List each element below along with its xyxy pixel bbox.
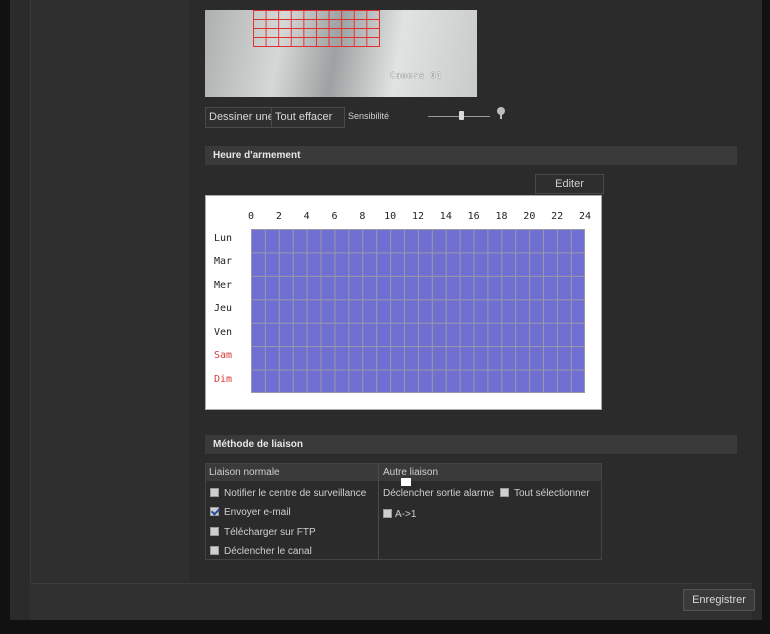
alarm-channel-label: A->1 — [395, 509, 417, 520]
hour-label: 6 — [331, 211, 338, 222]
left-nav-panel — [30, 0, 200, 582]
alarm-channel-option[interactable]: A->1 — [383, 509, 416, 520]
window-frame-left — [0, 0, 10, 634]
normal-linkage-title: Liaison normale — [209, 467, 280, 478]
arming-time-header: Heure d'armement — [205, 146, 737, 165]
hour-label: 12 — [411, 211, 425, 222]
schedule-grid[interactable] — [251, 229, 585, 393]
hour-label: 10 — [384, 211, 397, 222]
footer-bar — [30, 583, 752, 621]
day-label: Ven — [214, 326, 233, 338]
column-divider — [378, 464, 379, 559]
hour-label: 4 — [303, 211, 310, 222]
select-all-label[interactable]: Tout sélectionner — [514, 488, 590, 499]
select-all-checkbox[interactable] — [499, 488, 509, 497]
ftp-upload-checkbox[interactable] — [210, 527, 219, 536]
send-email-option[interactable]: Envoyer e-mail — [210, 507, 291, 518]
hour-label: 24 — [578, 211, 592, 222]
other-linkage-title: Autre liaison — [383, 467, 439, 478]
draw-zone-button[interactable]: Dessiner une zone — [205, 107, 278, 128]
motion-detection-grid[interactable] — [253, 10, 380, 47]
clear-all-button[interactable]: Tout effacer — [271, 107, 345, 128]
day-label: Lun — [214, 233, 233, 244]
hour-label: 20 — [523, 211, 536, 222]
edit-schedule-button[interactable]: Editer — [535, 174, 604, 194]
camera-osd-label: Camera 01 — [390, 71, 443, 80]
window-frame-right — [762, 0, 770, 634]
ftp-upload-option[interactable]: Télécharger sur FTP — [210, 527, 316, 538]
day-label: Mer — [214, 279, 233, 291]
save-button[interactable]: Enregistrer — [683, 589, 755, 611]
day-label: Mar — [214, 256, 233, 268]
hour-label: 2 — [275, 211, 282, 222]
linkage-method-header: Méthode de liaison — [205, 435, 737, 454]
send-email-checkbox[interactable] — [210, 507, 219, 516]
camera-preview[interactable]: Camera 01 — [205, 10, 477, 97]
trigger-channel-label: Déclencher le canal — [224, 546, 312, 557]
sensitivity-max-icon — [497, 107, 505, 119]
trigger-channel-option[interactable]: Déclencher le canal — [210, 546, 312, 557]
notify-center-checkbox[interactable] — [210, 488, 219, 497]
hour-label: 18 — [495, 211, 508, 222]
hour-label: 22 — [551, 211, 564, 222]
ftp-upload-label: Télécharger sur FTP — [224, 527, 316, 538]
arming-schedule: 0 2 4 6 8 10 12 14 16 18 20 22 24 Lun Mar Mer Jeu Ven Sam… — [205, 195, 602, 410]
hour-label: 8 — [359, 211, 366, 222]
hour-label: 0 — [247, 211, 255, 222]
sensitivity-label: Sensibilité — [348, 111, 390, 121]
trigger-channel-checkbox[interactable] — [210, 546, 219, 555]
send-email-label: Envoyer e-mail — [224, 507, 291, 518]
window-frame-bottom — [0, 620, 770, 634]
hour-label: 14 — [439, 211, 452, 222]
alarm-output-label: Déclencher sortie alarme — [383, 488, 495, 499]
mouse-cursor — [401, 478, 411, 486]
alarm-channel-checkbox[interactable] — [383, 509, 392, 518]
sensitivity-slider-handle[interactable] — [459, 111, 465, 120]
alarm-output-row: Déclencher sortie alarme Tout sélectionn… — [383, 488, 590, 499]
day-label: Sam — [214, 350, 233, 362]
hour-label: 16 — [467, 211, 480, 222]
day-label: Jeu — [214, 303, 233, 315]
day-label: Dim — [214, 373, 233, 385]
notify-center-label: Notifier le centre de surveillance — [224, 488, 367, 499]
notify-center-option[interactable]: Notifier le centre de surveillance — [210, 488, 366, 499]
